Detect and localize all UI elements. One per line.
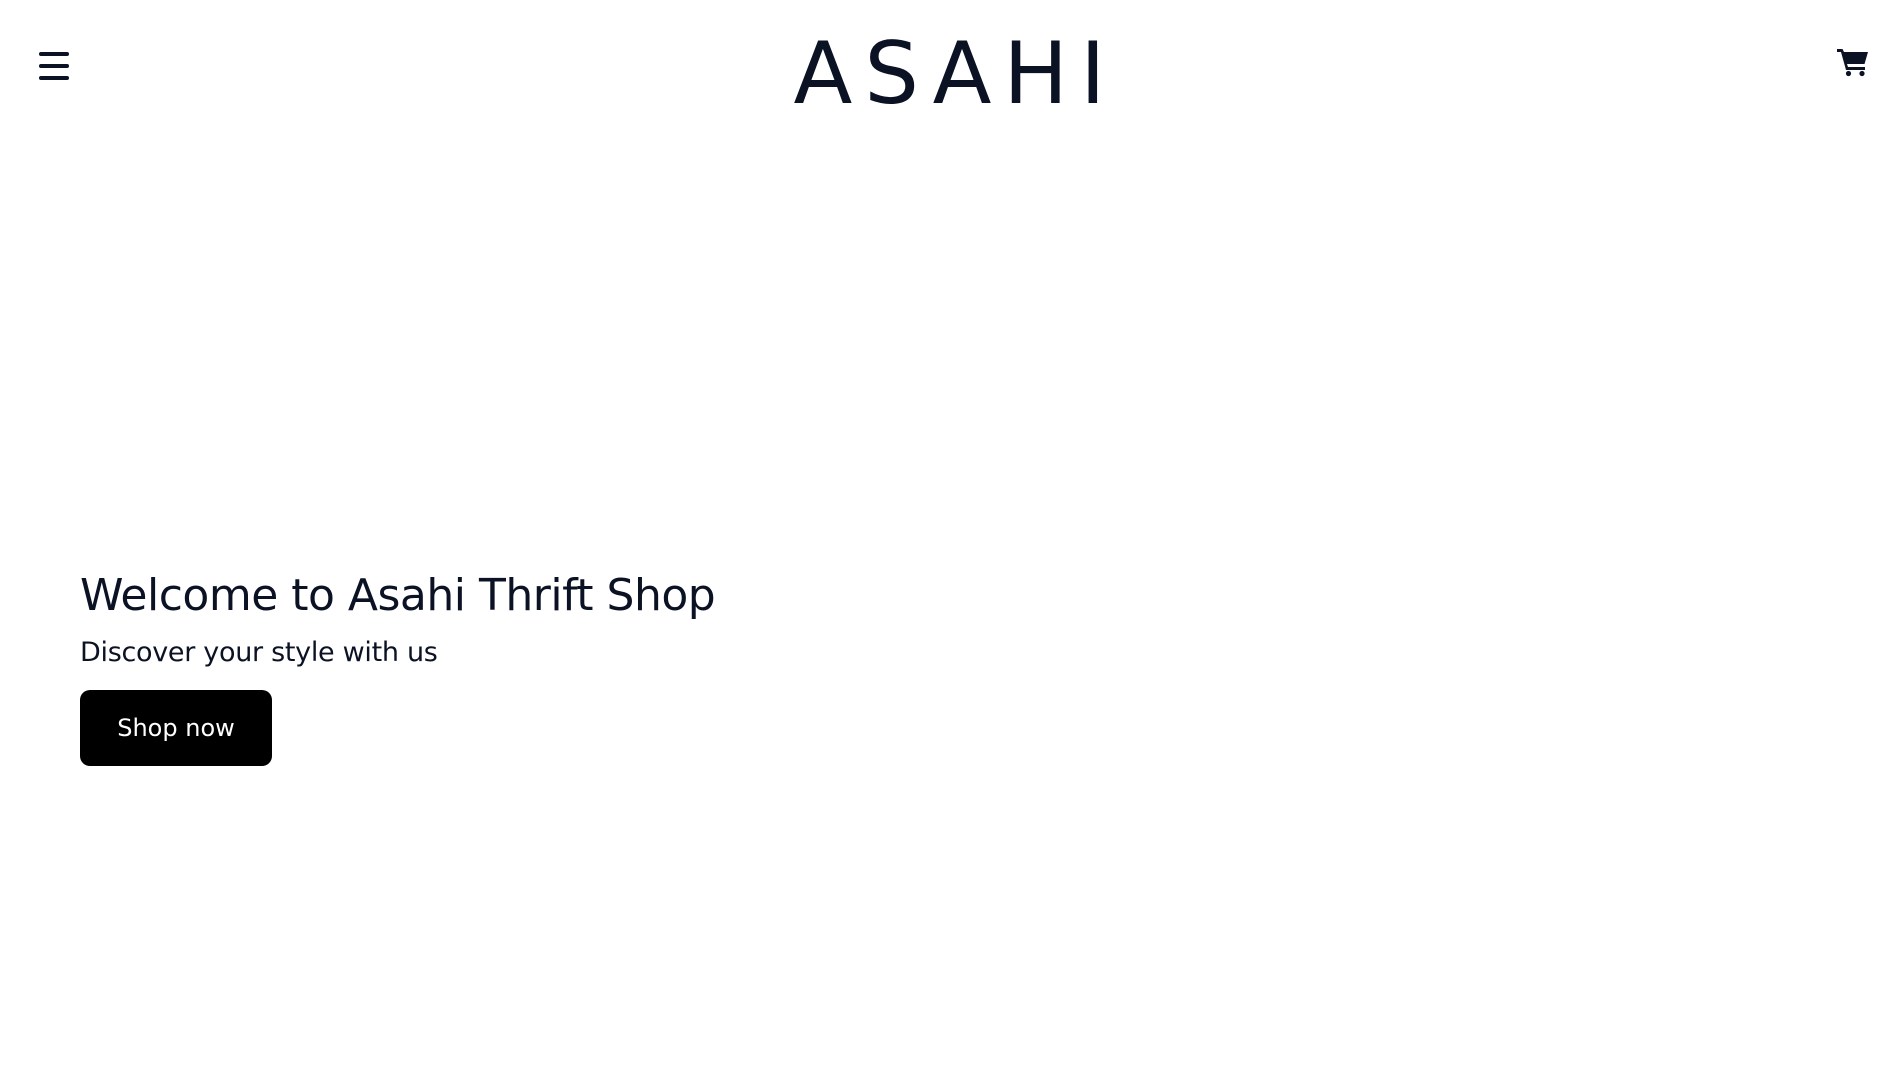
hero-title: Welcome to Asahi Thrift Shop xyxy=(80,570,716,621)
site-header: ASAHI xyxy=(0,0,1899,135)
cart-icon-graphic xyxy=(1837,49,1868,77)
shop-now-button[interactable]: Shop now xyxy=(80,690,272,766)
brand-logo[interactable]: ASAHI xyxy=(0,24,1899,124)
hero-subtitle: Discover your style with us xyxy=(80,637,438,668)
shopping-cart-icon[interactable] xyxy=(1836,47,1876,83)
hero-section: Welcome to Asahi Thrift Shop Discover yo… xyxy=(80,565,980,766)
